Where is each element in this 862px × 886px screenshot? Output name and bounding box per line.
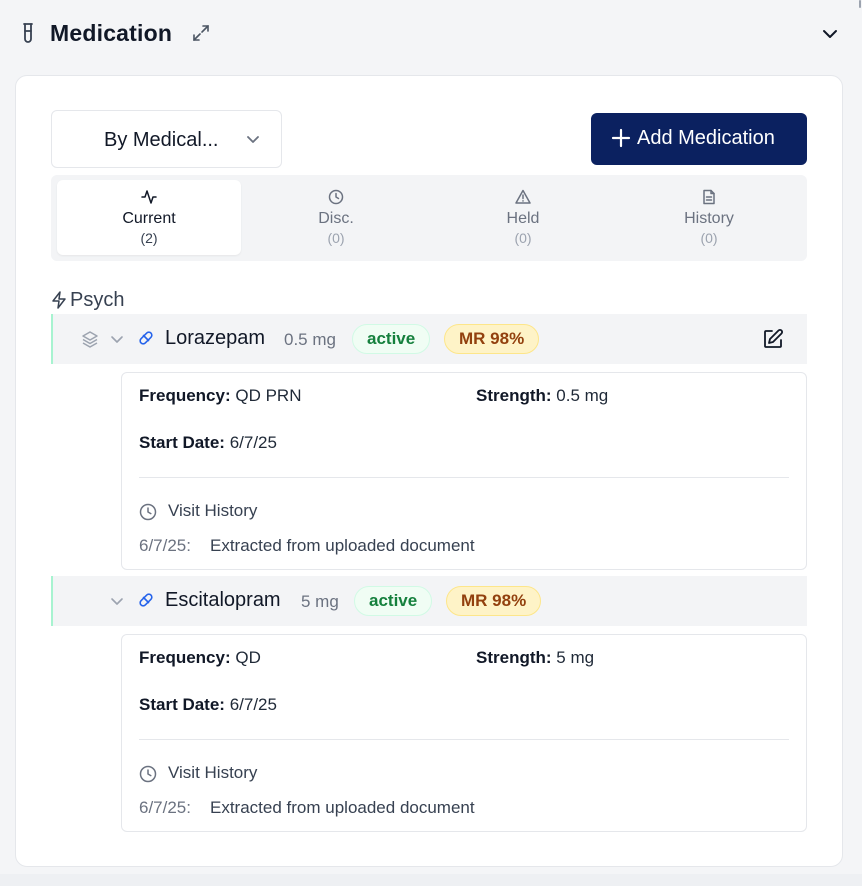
clock-icon bbox=[139, 503, 157, 521]
frequency-field: Frequency: QD PRN bbox=[139, 386, 302, 406]
scrollbar-thumb[interactable] bbox=[859, 0, 861, 8]
expand-icon[interactable] bbox=[192, 24, 210, 42]
clock-icon bbox=[328, 189, 344, 205]
status-badge: active bbox=[352, 324, 431, 354]
medication-tabs: Current (2) Disc. (0) Held (0) History (… bbox=[51, 175, 807, 261]
visit-history-title: Visit History bbox=[168, 501, 258, 520]
file-text-icon bbox=[703, 189, 715, 205]
start-date-value: 6/7/25 bbox=[229, 433, 277, 452]
strength-field: Strength: 5 mg bbox=[476, 648, 594, 668]
test-tube-icon bbox=[23, 23, 33, 43]
tab-label: Current bbox=[122, 210, 176, 227]
tab-count: (0) bbox=[327, 230, 345, 246]
tab-label: Disc. bbox=[318, 210, 354, 227]
group-by-value: By Medical... bbox=[104, 129, 219, 151]
chevron-down-icon bbox=[247, 136, 259, 143]
layers-icon[interactable] bbox=[81, 330, 99, 348]
category-label: Psych bbox=[70, 288, 125, 311]
strength-value: 0.5 mg bbox=[556, 386, 609, 405]
frequency-field: Frequency: QD bbox=[139, 648, 261, 668]
match-badge: MR 98% bbox=[444, 324, 540, 354]
clock-icon bbox=[139, 765, 157, 783]
tab-count: (0) bbox=[700, 230, 718, 246]
medication-panel-header[interactable]: Medication bbox=[6, 4, 852, 64]
panel-title: Medication bbox=[50, 20, 173, 46]
medication-row[interactable]: Lorazepam 0.5 mg active MR 98% bbox=[51, 314, 807, 364]
tab-count: (2) bbox=[140, 230, 158, 246]
start-date-field: Start Date: 6/7/25 bbox=[139, 695, 277, 715]
tab-label: Held bbox=[506, 210, 540, 227]
frequency-label: Frequency: bbox=[139, 648, 231, 667]
medication-dose: 5 mg bbox=[301, 592, 339, 611]
category-header: Psych bbox=[51, 288, 124, 312]
chevron-down-icon[interactable] bbox=[109, 331, 125, 347]
chevron-down-icon[interactable] bbox=[820, 24, 840, 44]
pill-icon bbox=[139, 331, 153, 345]
divider bbox=[139, 739, 789, 740]
tab-count: (0) bbox=[514, 230, 532, 246]
start-date-value: 6/7/25 bbox=[229, 695, 277, 714]
frequency-value: QD bbox=[235, 648, 261, 667]
medication-name: Lorazepam bbox=[165, 327, 266, 349]
medication-row[interactable]: Escitalopram 5 mg active MR 98% bbox=[51, 576, 807, 626]
edit-icon[interactable] bbox=[762, 328, 784, 350]
visit-history-entry: Extracted from uploaded document bbox=[210, 536, 475, 555]
medication-details: Frequency: QD PRN Strength: 0.5 mg Start… bbox=[121, 372, 807, 570]
divider bbox=[139, 477, 789, 478]
visit-history-entry: Extracted from uploaded document bbox=[210, 798, 475, 817]
tab-label: History bbox=[684, 210, 734, 227]
strength-field: Strength: 0.5 mg bbox=[476, 386, 608, 406]
strength-value: 5 mg bbox=[556, 648, 595, 667]
add-medication-label: Add Medication bbox=[637, 127, 775, 149]
visit-history-title: Visit History bbox=[168, 763, 258, 782]
medication-dose: 0.5 mg bbox=[284, 330, 336, 349]
visit-history-date: 6/7/25: bbox=[139, 536, 191, 555]
strength-label: Strength: bbox=[476, 648, 552, 667]
next-section-edge bbox=[0, 874, 862, 886]
activity-icon bbox=[141, 190, 157, 204]
frequency-label: Frequency: bbox=[139, 386, 231, 405]
frequency-value: QD PRN bbox=[235, 386, 302, 405]
tab-history[interactable]: History (0) bbox=[617, 180, 801, 255]
chevron-down-icon[interactable] bbox=[109, 593, 125, 609]
tab-current[interactable]: Current (2) bbox=[57, 180, 241, 255]
pill-icon bbox=[139, 593, 153, 607]
medication-name: Escitalopram bbox=[165, 589, 281, 611]
zap-icon bbox=[52, 291, 66, 309]
start-date-field: Start Date: 6/7/25 bbox=[139, 433, 277, 453]
status-badge: active bbox=[354, 586, 433, 616]
alert-triangle-icon bbox=[515, 189, 531, 204]
add-medication-button[interactable]: Add Medication bbox=[591, 113, 807, 165]
tab-discontinued[interactable]: Disc. (0) bbox=[244, 180, 428, 255]
match-badge: MR 98% bbox=[446, 586, 542, 616]
tab-held[interactable]: Held (0) bbox=[431, 180, 615, 255]
medication-details: Frequency: QD Strength: 5 mg Start Date:… bbox=[121, 634, 807, 832]
start-date-label: Start Date: bbox=[139, 695, 225, 714]
start-date-label: Start Date: bbox=[139, 433, 225, 452]
strength-label: Strength: bbox=[476, 386, 552, 405]
plus-icon bbox=[611, 128, 631, 148]
medication-card: By Medical... Add Medication Current (2)… bbox=[15, 75, 843, 867]
visit-history-date: 6/7/25: bbox=[139, 798, 191, 817]
group-by-select[interactable]: By Medical... bbox=[51, 110, 282, 168]
